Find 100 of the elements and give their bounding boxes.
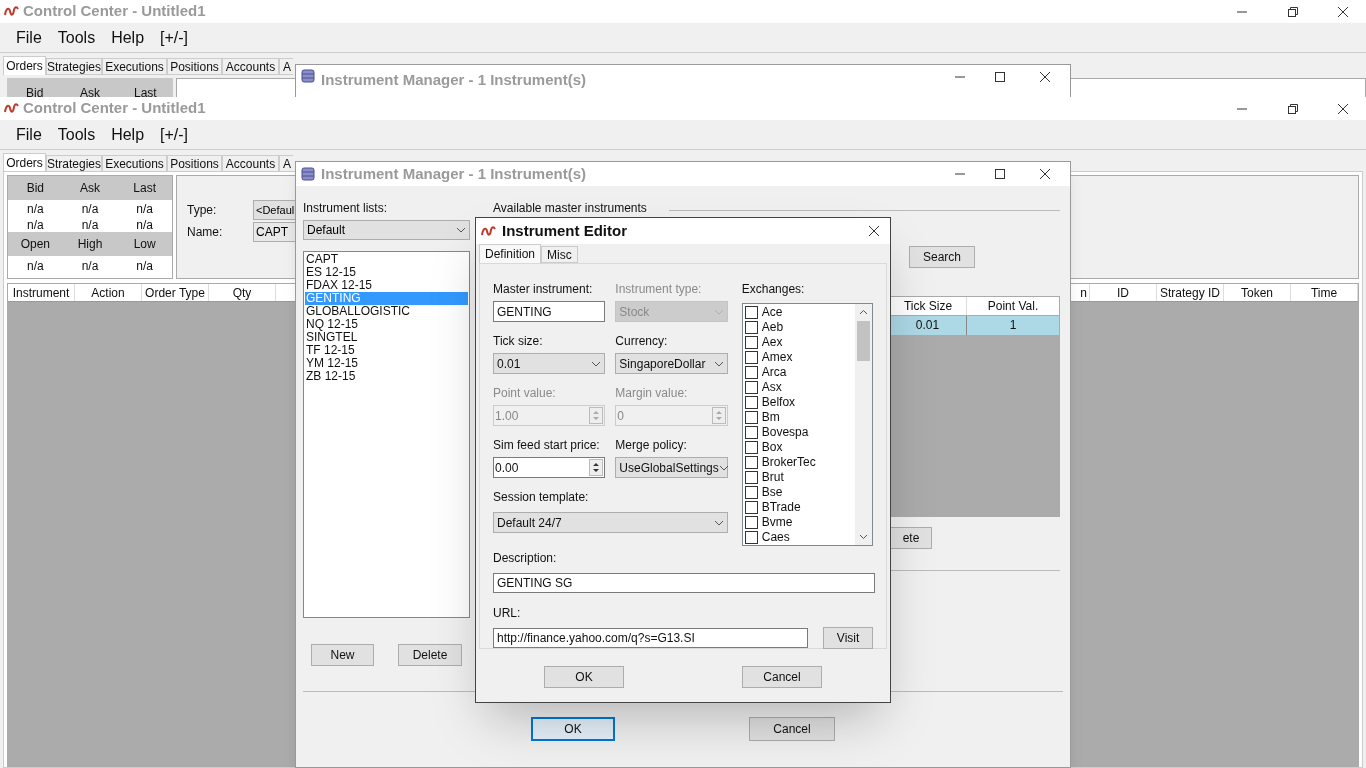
dropdown[interactable]: UseGlobalSettings [615,457,728,478]
dropdown[interactable]: <Defaul [253,200,296,220]
list-item[interactable]: FDAX 12-15 [305,279,468,292]
tab[interactable]: Executions [102,58,167,75]
column-header[interactable]: Qty [209,284,276,301]
dropdown[interactable]: Default [303,220,470,240]
checkbox[interactable] [744,486,758,499]
checkbox[interactable] [744,426,758,439]
checkbox[interactable] [744,351,758,364]
column-header[interactable]: Point Val. [966,297,1059,315]
close-icon[interactable] [868,225,880,237]
dropdown[interactable]: Default 24/7 [493,512,728,533]
list-item[interactable]: NQ 12-15 [305,318,468,331]
search-button[interactable]: Search [909,246,975,268]
ok-button[interactable]: OK [531,717,615,741]
checkbox[interactable] [744,501,758,514]
menu-item[interactable]: [+/-] [152,122,197,147]
checkbox[interactable] [744,531,758,544]
menu-item[interactable]: File [8,25,50,50]
column-header[interactable]: Strategy ID [1157,284,1224,301]
input-field[interactable]: CAPT [253,222,296,242]
checkbox-label[interactable]: Bse [761,485,783,500]
checkbox-label[interactable]: Box [761,440,783,455]
tab[interactable]: Strategies [46,58,102,75]
delete-button[interactable]: ete [891,527,932,549]
column-header[interactable]: Time [1291,284,1358,301]
close-icon[interactable] [1337,102,1349,115]
cancel-button[interactable]: Cancel [749,717,835,741]
menu-item[interactable]: Help [103,122,153,147]
menu-item[interactable]: [+/-] [152,25,197,50]
dropdown[interactable]: 0.01 [493,353,606,374]
checkbox-label[interactable]: Arca [761,365,787,380]
checkbox[interactable] [744,471,758,484]
checkbox-label[interactable]: Aeb [761,320,784,335]
list-item[interactable]: TF 12-15 [305,344,468,357]
quote-value: n/a [26,217,45,234]
list-item[interactable]: SINGTEL [305,331,468,344]
tab[interactable]: Misc [541,246,578,263]
tab[interactable]: Orders [3,56,46,75]
checkbox-label[interactable]: Asx [761,380,782,395]
delete-button[interactable]: Delete [398,644,462,666]
checkbox-label[interactable]: Aex [761,335,783,350]
visit-button[interactable]: Visit [823,627,873,649]
checkbox[interactable] [744,366,758,379]
close-icon[interactable] [1039,71,1051,83]
checkbox-label[interactable]: BTrade [761,500,801,515]
list-item[interactable]: ZB 12-15 [305,370,468,383]
checkbox[interactable] [744,306,758,319]
checkbox[interactable] [744,516,758,529]
checkbox-label[interactable]: BrokerTec [761,455,816,470]
tab[interactable]: Accounts [222,58,279,75]
scrollbar[interactable] [855,304,872,545]
input-field[interactable]: GENTING [493,301,606,322]
dropdown[interactable]: SingaporeDollar [615,353,728,374]
maximize-icon[interactable] [995,169,1005,179]
checkbox[interactable] [744,396,758,409]
checkbox[interactable] [744,381,758,394]
checkbox-label[interactable]: Ace [761,305,783,320]
cancel-button[interactable]: Cancel [742,666,822,688]
column-header[interactable]: Action [75,284,142,301]
tab[interactable]: Definition [479,244,542,263]
checkbox[interactable] [744,456,758,469]
checkbox-label[interactable]: Brut [761,470,784,485]
column-header[interactable]: Token [1224,284,1291,301]
new-button[interactable]: New [311,644,374,666]
list-item[interactable]: CAPT [305,253,468,266]
column-header[interactable]: Instrument [8,284,75,301]
list-item[interactable]: ES 12-15 [305,266,468,279]
checkbox[interactable] [744,441,758,454]
menu-item[interactable]: File [8,122,50,147]
column-header[interactable]: ID [1090,284,1157,301]
ok-button[interactable]: OK [544,666,624,688]
checkbox-label[interactable]: Belfox [761,395,796,410]
list-item[interactable]: YM 12-15 [305,357,468,370]
menu-item[interactable]: Help [103,25,153,50]
checkbox-label[interactable]: Bvme [761,515,793,530]
checkbox[interactable] [744,411,758,424]
close-icon[interactable] [1039,168,1051,180]
checkbox-label[interactable]: Caes [761,530,790,545]
restore-icon[interactable] [1287,6,1298,17]
tab[interactable]: A [279,58,293,75]
column-header[interactable]: n [1074,284,1090,301]
menu-item[interactable]: Tools [49,122,104,147]
input-field[interactable]: GENTING SG [493,573,875,593]
list-item[interactable]: GLOBALLOGISTIC [305,305,468,318]
checkbox[interactable] [744,336,758,349]
checkbox[interactable] [744,321,758,334]
menu-item[interactable]: Tools [49,25,104,50]
checkbox-label[interactable]: Bovespa [761,425,809,440]
tab[interactable]: Positions [167,58,222,75]
column-header[interactable]: Order Type [142,284,209,301]
spin-arrows-icon[interactable] [589,459,604,476]
column-header: Ask [79,180,101,197]
checkbox-label[interactable]: Bm [761,410,780,425]
input-field[interactable]: http://finance.yahoo.com/q?s=G13.SI [493,628,809,648]
close-icon[interactable] [1337,5,1349,18]
restore-icon[interactable] [1287,103,1298,114]
spinner-field[interactable]: 0.00 [493,457,606,478]
maximize-icon[interactable] [995,72,1005,82]
checkbox-label[interactable]: Amex [761,350,793,365]
